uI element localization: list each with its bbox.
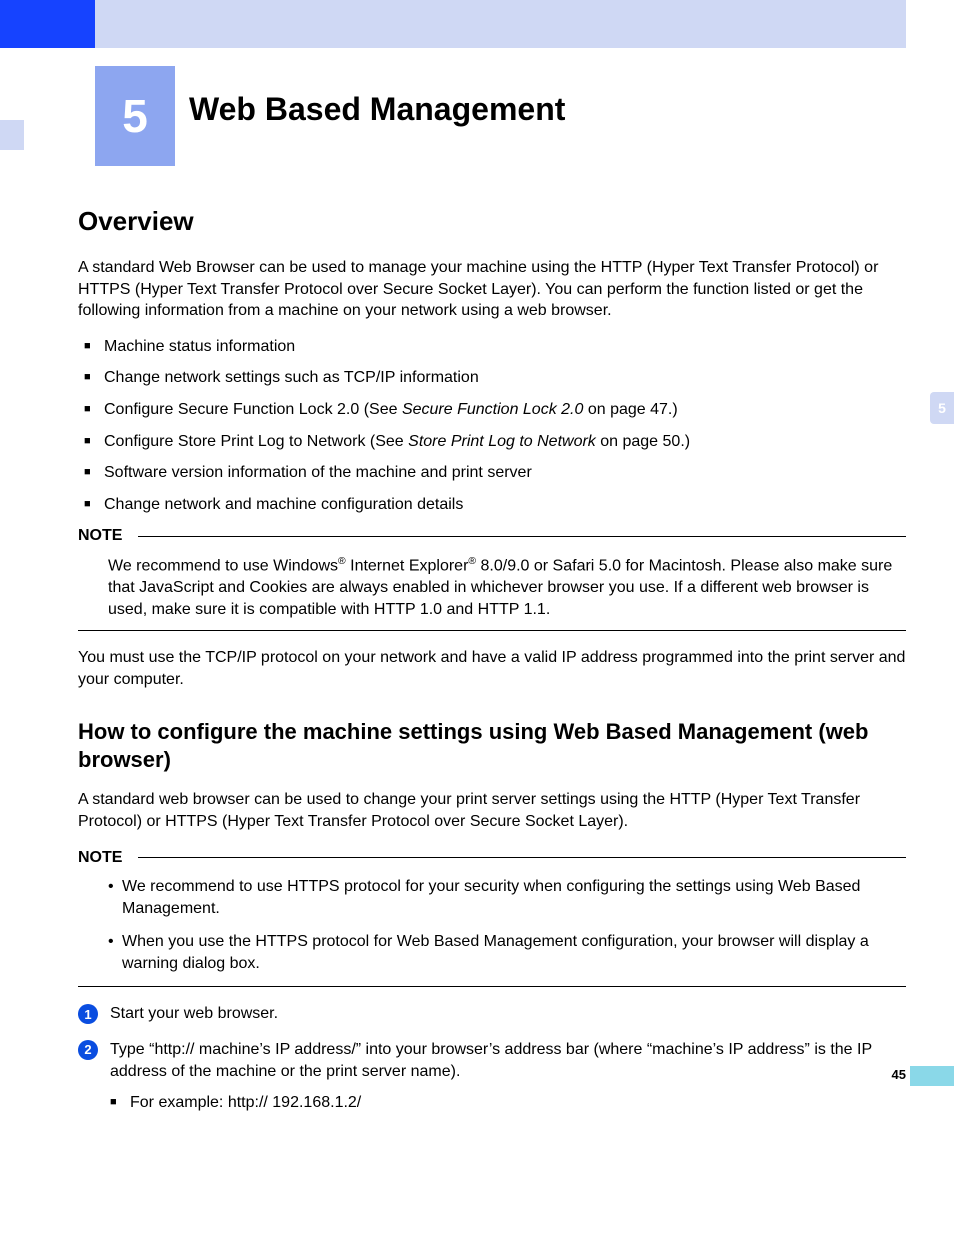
howto-intro: A standard web browser can be used to ch… xyxy=(78,789,906,832)
note-end-rule xyxy=(78,630,906,631)
step-text: Type “http:// machine’s IP address/” int… xyxy=(110,1039,906,1114)
bullet-item: Change network settings such as TCP/IP i… xyxy=(84,367,906,389)
header-bar xyxy=(0,0,954,48)
chapter-title: Web Based Management xyxy=(175,66,565,166)
step-1: 1 Start your web browser. xyxy=(78,1003,906,1025)
step-number-icon: 2 xyxy=(78,1040,98,1060)
side-chapter-tab: 5 xyxy=(930,392,954,424)
note-end-rule xyxy=(78,986,906,987)
page-content: Overview A standard Web Browser can be u… xyxy=(78,204,906,1114)
overview-bullet-list: Machine status information Change networ… xyxy=(78,336,906,516)
bullet-item: Machine status information xyxy=(84,336,906,358)
step-number-icon: 1 xyxy=(78,1004,98,1024)
note-body: We recommend to use HTTPS protocol for y… xyxy=(78,876,906,974)
overview-heading: Overview xyxy=(78,204,906,239)
bullet-item: Configure Store Print Log to Network (Se… xyxy=(84,431,906,453)
note-body: We recommend to use Windows® Internet Ex… xyxy=(78,555,906,620)
step-2: 2 Type “http:// machine’s IP address/” i… xyxy=(78,1039,906,1114)
chapter-header: 5 Web Based Management xyxy=(0,66,954,166)
note-label: NOTE xyxy=(78,525,130,547)
note-list-item: We recommend to use HTTPS protocol for y… xyxy=(108,876,906,919)
page-number-block xyxy=(910,1066,954,1086)
header-blue-block xyxy=(0,0,95,48)
step-sub-bullet: For example: http:// 192.168.1.2/ xyxy=(110,1092,906,1114)
header-light-block xyxy=(95,0,906,48)
note-header: NOTE xyxy=(78,847,906,869)
howto-heading: How to configure the machine settings us… xyxy=(78,718,906,773)
page-number: 45 xyxy=(892,1066,906,1084)
overview-after-note: You must use the TCP/IP protocol on your… xyxy=(78,647,906,690)
note-label: NOTE xyxy=(78,847,130,869)
note-header: NOTE xyxy=(78,525,906,547)
overview-intro: A standard Web Browser can be used to ma… xyxy=(78,257,906,322)
chapter-number-box: 5 xyxy=(95,66,175,166)
left-chapter-marker xyxy=(0,120,24,150)
step-text: Start your web browser. xyxy=(110,1003,906,1025)
chapter-number: 5 xyxy=(122,85,148,147)
bullet-item: Configure Secure Function Lock 2.0 (See … xyxy=(84,399,906,421)
bullet-item: Change network and machine configuration… xyxy=(84,494,906,516)
bullet-item: Software version information of the mach… xyxy=(84,462,906,484)
note-list-item: When you use the HTTPS protocol for Web … xyxy=(108,931,906,974)
